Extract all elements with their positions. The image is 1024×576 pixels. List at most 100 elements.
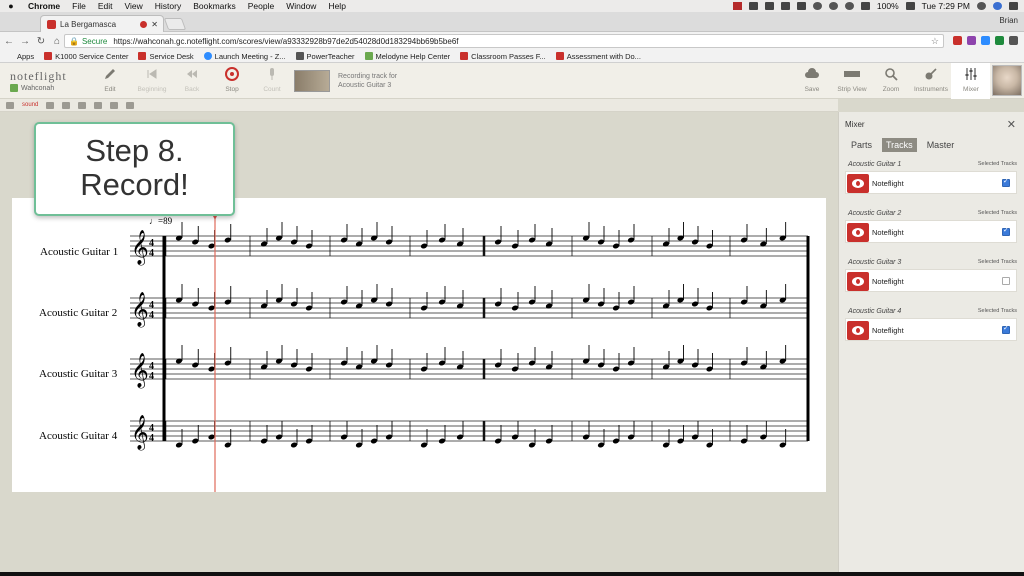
tool-label: Count: [263, 86, 281, 93]
menu-bookmarks[interactable]: Bookmarks: [187, 1, 242, 11]
metronome-icon[interactable]: [78, 101, 87, 109]
callout-line: Record!: [80, 167, 189, 202]
palette-icon[interactable]: [62, 101, 71, 109]
track-row[interactable]: Noteflight: [845, 220, 1017, 243]
extension-icon[interactable]: [995, 36, 1004, 45]
extension-icon[interactable]: [967, 36, 976, 45]
forward-arrow-icon[interactable]: →: [18, 36, 32, 47]
tool-label: Zoom: [882, 86, 900, 93]
menu-dots-icon[interactable]: [1009, 36, 1018, 45]
beginning-button[interactable]: Beginning: [132, 67, 172, 93]
bookmark-item[interactable]: Classroom Passes F...: [460, 52, 546, 61]
new-tab-button[interactable]: [163, 18, 187, 30]
dropbox-icon[interactable]: [748, 2, 758, 10]
screen-icon[interactable]: [796, 2, 806, 10]
bookmark-label: Classroom Passes F...: [471, 51, 546, 61]
url-input[interactable]: 🔒 Secure https://wahconah.gc.noteflight.…: [64, 34, 944, 48]
strip-view-button[interactable]: Strip View: [832, 67, 872, 93]
noteflight-track-icon: [847, 321, 869, 340]
track-source: Noteflight: [872, 326, 904, 335]
tool-label: Beginning: [137, 86, 167, 93]
selected-tracks-label: Selected Tracks: [977, 161, 1017, 167]
menu-window[interactable]: Window: [280, 1, 322, 11]
menu-file[interactable]: File: [66, 1, 92, 11]
bluetooth-icon[interactable]: [828, 2, 838, 10]
menu-edit[interactable]: Edit: [92, 1, 119, 11]
close-tab-icon[interactable]: ✕: [151, 20, 158, 29]
volume-icon[interactable]: [860, 2, 870, 10]
bookmark-apps[interactable]: Apps: [6, 52, 34, 61]
notification-center-icon[interactable]: [1009, 2, 1018, 10]
avatar[interactable]: [992, 65, 1022, 96]
menu-people[interactable]: People: [242, 1, 280, 11]
bookmark-item[interactable]: K1000 Service Center: [44, 52, 128, 61]
bookmark-item[interactable]: Service Desk: [138, 52, 194, 61]
menu-view[interactable]: View: [118, 1, 148, 11]
recording-status: Recording track for Acoustic Guitar 3: [338, 72, 397, 90]
drive-icon[interactable]: [764, 2, 774, 10]
zoom-button[interactable]: Zoom: [871, 67, 911, 93]
record-icon: [225, 67, 239, 81]
sound-label[interactable]: sound: [22, 102, 38, 108]
back-button[interactable]: Back: [172, 67, 212, 93]
home-icon[interactable]: ⌂: [50, 36, 64, 47]
cast-icon[interactable]: [780, 2, 790, 10]
menu-history[interactable]: History: [149, 1, 187, 11]
spotlight-icon[interactable]: [977, 2, 986, 10]
save-button[interactable]: Save: [792, 67, 832, 93]
record-status-icon[interactable]: [732, 2, 742, 10]
track-select-checkbox[interactable]: [1002, 226, 1010, 236]
tab-parts[interactable]: Parts: [847, 138, 876, 152]
tab-la-bergamasca[interactable]: La Bergamasca ✕: [40, 15, 164, 32]
bookmark-label: Assessment with Do...: [566, 51, 641, 61]
back-arrow-icon[interactable]: ←: [2, 36, 16, 47]
instruments-button[interactable]: Instruments: [911, 67, 951, 93]
mixer-button[interactable]: Mixer: [951, 67, 991, 93]
tab-strip: La Bergamasca ✕ Brian: [0, 12, 1024, 32]
bookmark-item[interactable]: Launch Meeting - Z...: [203, 52, 286, 61]
loop-icon[interactable]: [110, 101, 119, 109]
noteflight-logo[interactable]: noteflight: [10, 69, 67, 84]
time-machine-icon[interactable]: [812, 2, 822, 10]
time-signature: 4: [149, 371, 154, 382]
bookmark-favicon-icon: [138, 52, 147, 60]
bookmark-item[interactable]: Assessment with Do...: [555, 51, 641, 61]
reload-icon[interactable]: ↻: [34, 36, 48, 47]
bookmark-item[interactable]: Melodyne Help Center: [364, 52, 450, 61]
tab-master[interactable]: Master: [923, 138, 959, 152]
user-icon[interactable]: [993, 2, 1002, 10]
score-notation[interactable]: ♩=89 Acoustic Guitar 1 Acoustic Guitar 2…: [12, 198, 826, 492]
menu-help[interactable]: Help: [322, 1, 351, 11]
profile-name[interactable]: Brian: [999, 16, 1018, 25]
record-stop-button[interactable]: Stop: [212, 67, 252, 93]
extension-icon[interactable]: [953, 36, 962, 45]
instrument-label: Acoustic Guitar 4: [39, 430, 118, 442]
count-button[interactable]: Count: [252, 67, 292, 93]
edit-button[interactable]: Edit: [90, 67, 130, 93]
clock[interactable]: Tue 7:29 PM: [922, 1, 970, 11]
track-select-checkbox[interactable]: [1002, 277, 1010, 285]
tool-label: Back: [184, 86, 200, 93]
sliders-icon[interactable]: [46, 101, 55, 109]
battery-icon[interactable]: [905, 2, 915, 10]
track-row[interactable]: Noteflight: [845, 269, 1017, 292]
bookmark-item[interactable]: PowerTeacher: [295, 52, 355, 61]
close-icon[interactable]: ✕: [1007, 118, 1016, 131]
tab-tracks[interactable]: Tracks: [882, 138, 917, 152]
apple-icon[interactable]: ●: [0, 1, 22, 11]
wifi-icon[interactable]: [844, 2, 854, 10]
workspace-label[interactable]: Wahconah: [10, 84, 54, 92]
strip-view-icon: [844, 71, 860, 77]
treble-clef: 𝄞: [131, 292, 149, 328]
bookmark-star-icon[interactable]: ☆: [931, 36, 939, 47]
track-row[interactable]: Noteflight: [845, 318, 1017, 341]
track-row[interactable]: Noteflight: [845, 171, 1017, 194]
menu-icon[interactable]: [6, 101, 14, 109]
settings-icon[interactable]: [126, 101, 135, 109]
menu-app-name[interactable]: Chrome: [22, 1, 66, 11]
microphone-icon[interactable]: [94, 101, 103, 109]
battery-percent[interactable]: 100%: [877, 1, 899, 11]
extension-icon[interactable]: [981, 36, 990, 45]
track-select-checkbox[interactable]: [1002, 324, 1010, 334]
track-select-checkbox[interactable]: [1002, 177, 1010, 187]
